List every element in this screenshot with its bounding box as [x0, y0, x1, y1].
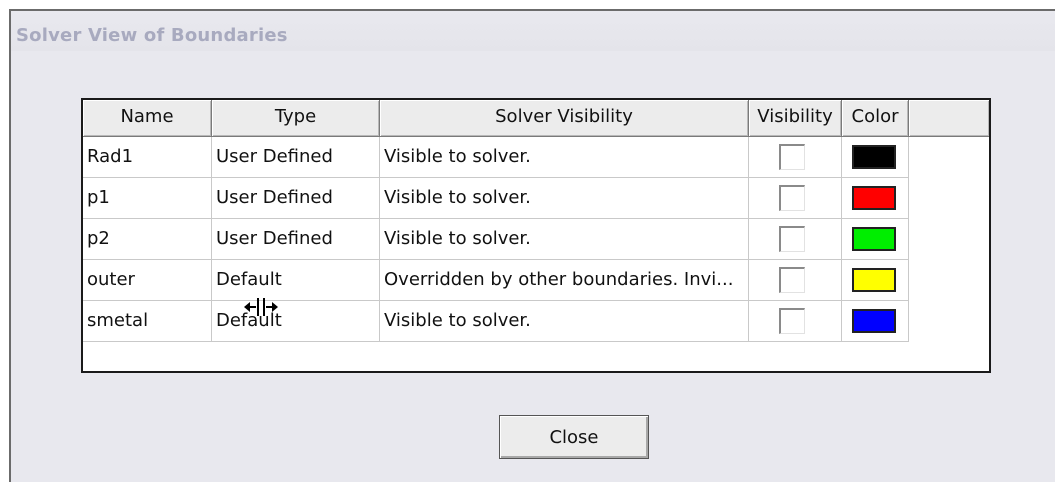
cell-color	[842, 219, 909, 260]
cell-solver-visibility[interactable]: Visible to solver.	[380, 219, 749, 260]
cell-visibility	[749, 219, 842, 260]
close-button[interactable]: Close	[499, 415, 649, 459]
cell-visibility	[749, 137, 842, 178]
column-resize-cursor-icon	[244, 298, 278, 316]
visibility-checkbox[interactable]	[779, 185, 805, 211]
cell-name[interactable]: p2	[83, 219, 212, 260]
column-header-name[interactable]: Name	[83, 100, 212, 137]
cell-type[interactable]: Default	[212, 260, 380, 301]
cell-visibility	[749, 260, 842, 301]
cell-solver-visibility[interactable]: Overridden by other boundaries. Invi...	[380, 260, 749, 301]
cell-color	[842, 178, 909, 219]
dialog-title: Solver View of Boundaries	[16, 25, 288, 46]
column-header-visibility[interactable]: Visibility	[749, 100, 842, 137]
color-swatch[interactable]	[852, 309, 896, 333]
color-swatch[interactable]	[852, 186, 896, 210]
column-header-type[interactable]: Type	[212, 100, 380, 137]
cell-name[interactable]: p1	[83, 178, 212, 219]
cell-type[interactable]: User Defined	[212, 178, 380, 219]
cell-solver-visibility[interactable]: Visible to solver.	[380, 178, 749, 219]
dialog-titlebar: Solver View of Boundaries	[11, 11, 1055, 51]
cell-name[interactable]: Rad1	[83, 137, 212, 178]
visibility-checkbox[interactable]	[779, 144, 805, 170]
cell-solver-visibility[interactable]: Visible to solver.	[380, 301, 749, 342]
visibility-checkbox[interactable]	[779, 267, 805, 293]
cell-solver-visibility[interactable]: Visible to solver.	[380, 137, 749, 178]
column-header-solver-visibility[interactable]: Solver Visibility	[380, 100, 749, 137]
visibility-checkbox[interactable]	[779, 308, 805, 334]
cell-type[interactable]: User Defined	[212, 219, 380, 260]
solver-view-dialog: Solver View of Boundaries Name Type Solv…	[9, 9, 1055, 482]
color-swatch[interactable]	[852, 145, 896, 169]
cell-color	[842, 137, 909, 178]
color-swatch[interactable]	[852, 227, 896, 251]
column-header-color[interactable]: Color	[842, 100, 909, 137]
boundaries-grid: Name Type Solver Visibility Visibility C…	[81, 98, 991, 373]
column-header-filler	[909, 100, 989, 137]
cell-type[interactable]: Default	[212, 301, 380, 342]
cell-name[interactable]: smetal	[83, 301, 212, 342]
cell-color	[842, 301, 909, 342]
visibility-checkbox[interactable]	[779, 226, 805, 252]
color-swatch[interactable]	[852, 268, 896, 292]
cell-visibility	[749, 301, 842, 342]
cell-visibility	[749, 178, 842, 219]
cell-type[interactable]: User Defined	[212, 137, 380, 178]
cell-color	[842, 260, 909, 301]
cell-name[interactable]: outer	[83, 260, 212, 301]
